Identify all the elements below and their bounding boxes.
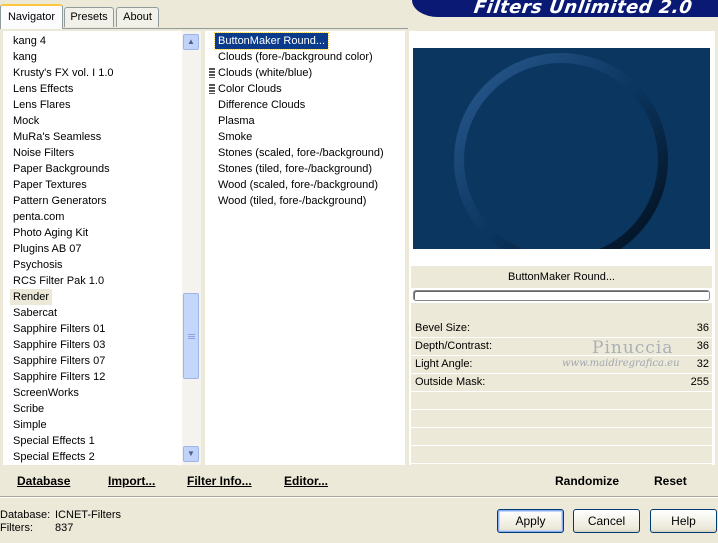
param-value[interactable]: 36 [697, 322, 709, 334]
banner-title: Filters Unlimited 2.0 [472, 0, 694, 17]
filter-info-button[interactable]: Filter Info... [187, 472, 252, 490]
param-value[interactable]: 36 [697, 340, 709, 352]
reset-button[interactable]: Reset [654, 472, 687, 490]
filter-item[interactable]: Smoke [215, 129, 255, 145]
param-label: Outside Mask: [415, 376, 486, 388]
category-item[interactable]: Sapphire Filters 07 [10, 353, 108, 369]
database-value: ICNET-Filters [55, 509, 121, 521]
category-item[interactable]: Lens Flares [10, 97, 73, 113]
category-item[interactable]: Simple [10, 417, 50, 433]
category-list[interactable]: kang 4 kang Krusty's FX vol. I 1.0 Lens Eff… [3, 31, 182, 465]
filters-count: 837 [55, 522, 74, 534]
tab-presets[interactable]: Presets [64, 7, 114, 27]
category-item[interactable]: Sapphire Filters 12 [10, 369, 108, 385]
category-item[interactable]: Paper Backgrounds [10, 161, 113, 177]
database-label: Database: [0, 509, 51, 521]
import-button[interactable]: Import... [108, 472, 155, 490]
watermark-url: www.maidiregrafica.eu [562, 358, 680, 369]
category-item[interactable]: Paper Textures [10, 177, 90, 193]
category-item[interactable]: Special Effects 1 [10, 433, 98, 449]
cancel-button[interactable]: Cancel [573, 509, 640, 533]
param-row[interactable]: Outside Mask: 255 [411, 374, 712, 392]
category-item[interactable]: Sapphire Filters 03 [10, 337, 108, 353]
category-item[interactable]: Psychosis [10, 257, 66, 273]
filter-item[interactable]: Stones (tiled, fore-/background) [215, 161, 375, 177]
category-item[interactable]: Lens Effects [10, 81, 76, 97]
scroll-down-icon[interactable]: ▼ [183, 446, 199, 462]
category-item[interactable]: Render [10, 289, 53, 305]
param-row-empty [411, 410, 712, 428]
editor-button[interactable]: Editor... [284, 472, 328, 490]
progress-bar [413, 290, 710, 301]
category-item[interactable]: Pattern Generators [10, 193, 110, 209]
category-item[interactable]: Sabercat [10, 305, 60, 321]
category-item[interactable]: Photo Aging Kit [10, 225, 91, 241]
category-item[interactable]: Noise Filters [10, 145, 77, 161]
category-item[interactable]: Plugins AB 07 [10, 241, 85, 257]
category-item[interactable]: kang 4 [10, 33, 49, 49]
param-row-empty [411, 446, 712, 464]
filter-item[interactable]: Clouds (fore-/background color) [215, 49, 376, 65]
title-banner: Filters Unlimited 2.0 [412, 0, 718, 17]
category-item[interactable]: ScreenWorks [10, 385, 82, 401]
param-row[interactable]: Bevel Size: 36 [411, 320, 712, 338]
filter-item[interactable]: Wood (tiled, fore-/background) [215, 193, 369, 209]
database-button[interactable]: Database [17, 472, 70, 490]
param-label: Bevel Size: [415, 322, 471, 334]
separator [0, 496, 718, 498]
category-item[interactable]: Krusty's FX vol. I 1.0 [10, 65, 117, 81]
tab-navigator[interactable]: Navigator [0, 4, 63, 29]
category-item[interactable]: penta.com [10, 209, 67, 225]
scroll-thumb[interactable] [183, 293, 199, 379]
randomize-button[interactable]: Randomize [555, 472, 619, 490]
param-row-empty [411, 428, 712, 446]
category-item[interactable]: Scribe [10, 401, 47, 417]
param-value[interactable]: 32 [697, 358, 709, 370]
filter-item[interactable]: Clouds (white/blue) [215, 65, 315, 81]
category-item[interactable]: MuRa's Seamless [10, 129, 104, 145]
param-value[interactable]: 255 [691, 376, 709, 388]
param-label: Light Angle: [415, 358, 473, 370]
category-item[interactable]: Sapphire Filters 01 [10, 321, 108, 337]
tab-about[interactable]: About [116, 7, 159, 27]
scroll-up-icon[interactable]: ▲ [183, 34, 199, 50]
param-row-empty [411, 392, 712, 410]
watermark-name: Pinuccia [592, 338, 674, 358]
filter-list[interactable]: ButtonMaker Round... Clouds (fore-/backgr… [205, 31, 405, 465]
category-scrollbar[interactable]: ▲ ▼ [182, 31, 201, 465]
filter-item[interactable]: Wood (scaled, fore-/background) [215, 177, 381, 193]
filter-preview [413, 48, 710, 249]
filter-name-label: ButtonMaker Round... [411, 266, 712, 288]
category-item[interactable]: RCS Filter Pak 1.0 [10, 273, 107, 289]
filter-item[interactable]: Plasma [215, 113, 258, 129]
apply-button[interactable]: Apply [497, 509, 564, 533]
category-item[interactable]: Mock [10, 113, 42, 129]
category-item[interactable]: Special Effects 2 [10, 449, 98, 465]
filters-label: Filters: [0, 522, 33, 534]
param-label: Depth/Contrast: [415, 340, 493, 352]
category-item[interactable]: kang [10, 49, 40, 65]
filter-item[interactable]: Difference Clouds [215, 97, 308, 113]
parameter-area: Bevel Size: 36 Depth/Contrast: 36 Light Angl… [411, 303, 712, 465]
help-button[interactable]: Help [650, 509, 717, 533]
filter-item[interactable]: Color Clouds [215, 81, 285, 97]
filter-item[interactable]: ButtonMaker Round... [213, 32, 330, 50]
filter-item[interactable]: Stones (scaled, fore-/background) [215, 145, 387, 161]
